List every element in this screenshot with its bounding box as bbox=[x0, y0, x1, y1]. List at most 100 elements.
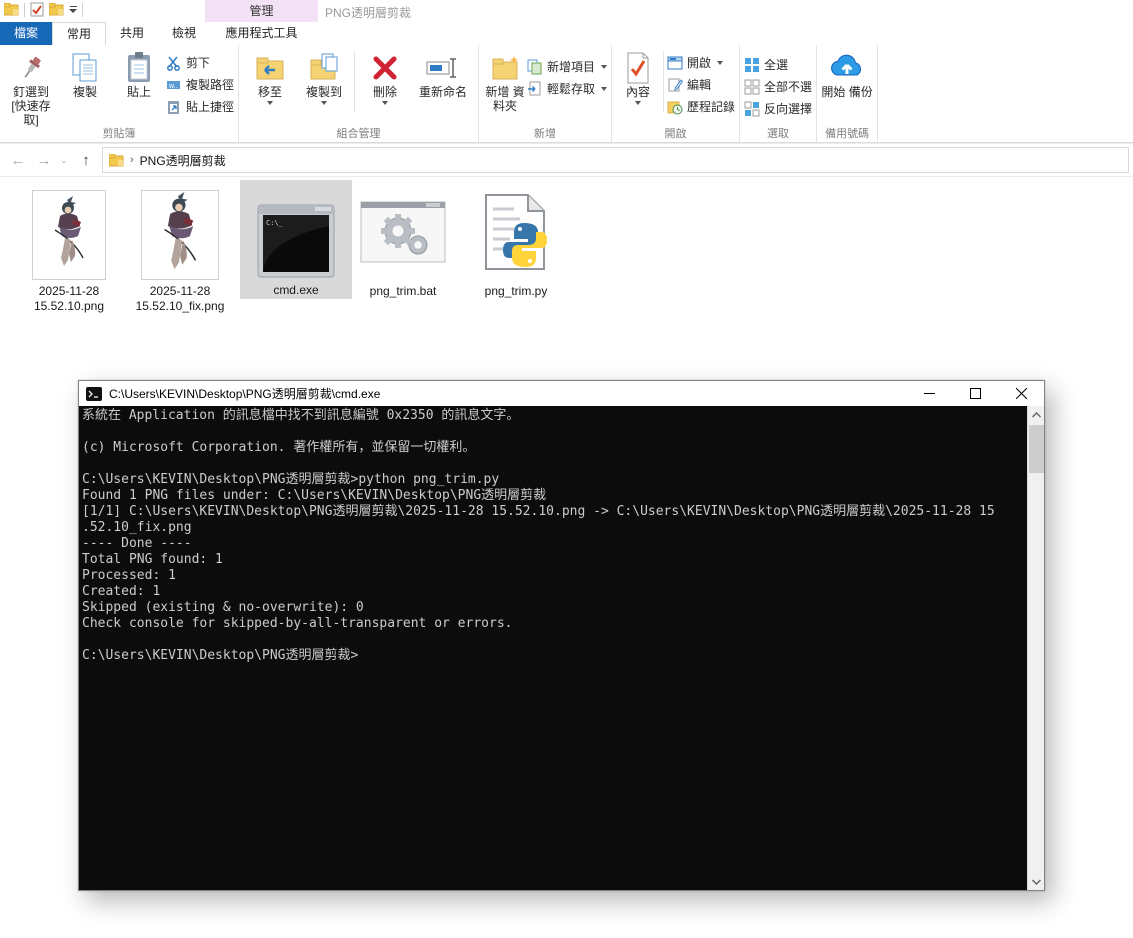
close-button[interactable] bbox=[998, 381, 1044, 406]
file-label: cmd.exe bbox=[273, 283, 318, 298]
console-scrollbar[interactable] bbox=[1027, 406, 1044, 890]
explorer-titlebar: 管理 PNG透明層剪裁 bbox=[0, 0, 1133, 22]
delete-x-icon bbox=[371, 51, 399, 85]
ribbon-tabs: 檔案 常用 共用 檢視 應用程式工具 bbox=[0, 22, 1133, 45]
group-label-backup: 備用號碼 bbox=[817, 125, 877, 141]
scissors-icon bbox=[166, 55, 182, 71]
folder-icon[interactable] bbox=[49, 3, 64, 16]
copy-to-button[interactable]: 複製到 bbox=[297, 49, 351, 105]
up-button[interactable]: ↑ bbox=[76, 152, 96, 169]
ribbon: 釘選到 [快速存取] 複製 貼上 剪下 w.. bbox=[0, 45, 1133, 143]
breadcrumb-chevron-icon: › bbox=[130, 154, 134, 166]
svg-text:w..: w.. bbox=[168, 83, 178, 90]
copy-path-button[interactable]: w.. 複製路徑 bbox=[166, 75, 234, 94]
copy-button[interactable]: 複製 bbox=[58, 49, 112, 99]
easy-access-icon bbox=[527, 81, 543, 97]
console-line: 系統在 Application 的訊息檔中找不到訊息編號 0x2350 的訊息文… bbox=[82, 408, 1027, 424]
file-item-png-fixed[interactable]: 2025-11-28 15.52.10_fix.png bbox=[135, 181, 225, 314]
properties-button[interactable]: 內容 bbox=[616, 49, 660, 105]
console-output: 系統在 Application 的訊息檔中找不到訊息編號 0x2350 的訊息文… bbox=[79, 406, 1027, 890]
png-thumbnail-art bbox=[47, 196, 91, 274]
dropdown-caret-icon bbox=[601, 65, 607, 69]
history-clock-icon bbox=[667, 99, 683, 115]
properties-check-icon bbox=[625, 51, 651, 85]
address-bar-row: ← → ⌄ ↑ › PNG透明層剪裁 bbox=[0, 143, 1133, 177]
new-item-icon bbox=[527, 59, 543, 75]
ribbon-group-backup: 開始 備份 備用號碼 bbox=[817, 45, 878, 142]
group-label-organize: 組合管理 bbox=[239, 125, 478, 141]
cmd-icon bbox=[86, 387, 102, 401]
address-bar[interactable]: › PNG透明層剪裁 bbox=[102, 147, 1129, 173]
console-line: Check console for skipped-by-all-transpa… bbox=[82, 616, 1027, 632]
folder-icon bbox=[109, 154, 124, 167]
console-line: Processed: 1 bbox=[82, 568, 1027, 584]
dropdown-caret-icon bbox=[321, 101, 327, 105]
tab-application-tools[interactable]: 應用程式工具 bbox=[205, 22, 318, 44]
console-line: Skipped (existing & no-overwrite): 0 bbox=[82, 600, 1027, 616]
start-backup-button[interactable]: 開始 備份 bbox=[821, 49, 873, 99]
group-label-open: 開啟 bbox=[612, 125, 739, 141]
select-none-button[interactable]: 全部不選 bbox=[744, 77, 812, 96]
properties-icon[interactable] bbox=[30, 2, 44, 17]
back-button[interactable]: ← bbox=[8, 152, 28, 169]
history-button[interactable]: 歷程記錄 bbox=[667, 97, 735, 116]
cmd-window: C:\Users\KEVIN\Desktop\PNG透明層剪裁\cmd.exe … bbox=[78, 380, 1045, 891]
ribbon-group-organize: 移至 複製到 刪除 重新命 bbox=[239, 45, 479, 142]
rename-button[interactable]: 重新命名 bbox=[412, 49, 474, 99]
delete-button[interactable]: 刪除 bbox=[358, 49, 412, 105]
console-line: Total PNG found: 1 bbox=[82, 552, 1027, 568]
move-to-button[interactable]: 移至 bbox=[243, 49, 297, 105]
tab-file[interactable]: 檔案 bbox=[0, 22, 52, 45]
file-item-png-original[interactable]: 2025-11-28 15.52.10.png bbox=[28, 181, 110, 314]
easy-access-button[interactable]: 輕鬆存取 bbox=[527, 79, 607, 98]
tab-share[interactable]: 共用 bbox=[106, 22, 158, 45]
forward-button[interactable]: → bbox=[34, 152, 54, 169]
cmd-titlebar[interactable]: C:\Users\KEVIN\Desktop\PNG透明層剪裁\cmd.exe bbox=[79, 381, 1044, 406]
file-item-png-trim-py[interactable]: png_trim.py bbox=[468, 181, 564, 299]
open-window-icon bbox=[667, 55, 683, 71]
breadcrumb[interactable]: PNG透明層剪裁 bbox=[140, 152, 226, 169]
file-label: png_trim.py bbox=[485, 284, 548, 299]
invert-selection-button[interactable]: 反向選擇 bbox=[744, 99, 812, 118]
tab-home[interactable]: 常用 bbox=[52, 22, 106, 45]
context-tab-manage[interactable]: 管理 bbox=[205, 0, 318, 22]
new-item-button[interactable]: 新增項目 bbox=[527, 57, 607, 76]
console-line bbox=[82, 456, 1027, 472]
paste-button[interactable]: 貼上 bbox=[112, 49, 166, 99]
scroll-down-icon[interactable] bbox=[1028, 873, 1045, 890]
copy-path-icon: w.. bbox=[166, 77, 182, 93]
console-window-icon: C:\_ bbox=[257, 204, 335, 278]
file-label: 2025-11-28 15.52.10_fix.png bbox=[136, 284, 225, 314]
customize-qat-icon[interactable] bbox=[69, 6, 77, 13]
edit-button[interactable]: 編輯 bbox=[667, 75, 735, 94]
console-line: C:\Users\KEVIN\Desktop\PNG透明層剪裁> bbox=[82, 648, 1027, 664]
cut-button[interactable]: 剪下 bbox=[166, 53, 234, 72]
folder-icon[interactable] bbox=[4, 3, 19, 16]
scroll-up-icon[interactable] bbox=[1028, 406, 1045, 423]
minimize-button[interactable] bbox=[906, 381, 952, 406]
paste-shortcut-button[interactable]: 貼上捷徑 bbox=[166, 97, 234, 116]
qat-separator bbox=[82, 3, 83, 17]
dropdown-caret-icon bbox=[717, 61, 723, 65]
select-all-button[interactable]: 全選 bbox=[744, 55, 812, 74]
move-to-icon bbox=[255, 51, 285, 85]
tab-view[interactable]: 檢視 bbox=[158, 22, 210, 45]
batch-file-icon bbox=[360, 201, 446, 263]
copy-icon bbox=[70, 51, 100, 85]
recent-locations-dropdown[interactable]: ⌄ bbox=[60, 155, 70, 166]
select-none-icon bbox=[744, 79, 760, 95]
console-line: [1/1] C:\Users\KEVIN\Desktop\PNG透明層剪裁\20… bbox=[82, 504, 1027, 520]
new-folder-icon bbox=[490, 51, 520, 85]
open-button[interactable]: 開啟 bbox=[667, 53, 735, 72]
pin-to-quick-access-button[interactable]: 釘選到 [快速存取] bbox=[4, 49, 58, 127]
console-line: Found 1 PNG files under: C:\Users\KEVIN\… bbox=[82, 488, 1027, 504]
desktop: 管理 PNG透明層剪裁 檔案 常用 共用 檢視 應用程式工具 釘選到 [快速存取… bbox=[0, 0, 1133, 938]
dropdown-caret-icon bbox=[635, 101, 641, 105]
file-item-png-trim-bat[interactable]: png_trim.bat bbox=[356, 181, 450, 299]
file-item-cmd-exe[interactable]: C:\_ cmd.exe bbox=[240, 180, 352, 299]
new-folder-button[interactable]: 新增 資料夾 bbox=[483, 49, 527, 113]
scrollbar-thumb[interactable] bbox=[1029, 425, 1044, 473]
edit-pencil-icon bbox=[667, 77, 683, 93]
maximize-button[interactable] bbox=[952, 381, 998, 406]
console-line: (c) Microsoft Corporation. 著作權所有，並保留一切權利… bbox=[82, 440, 1027, 456]
